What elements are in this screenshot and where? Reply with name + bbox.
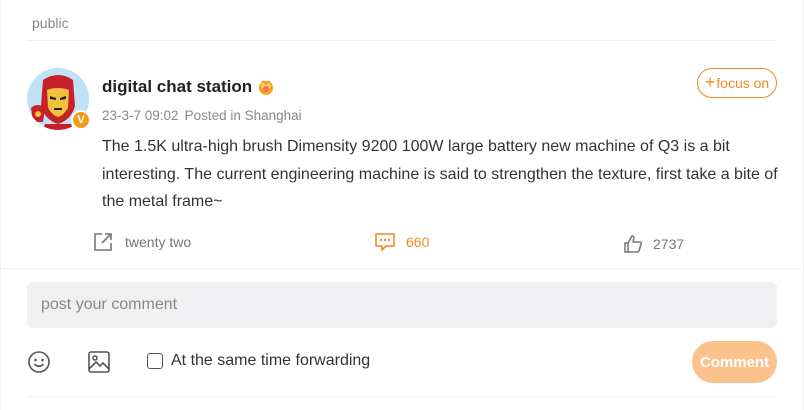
- share-icon: [93, 232, 115, 252]
- post-location: Posted in Shanghai: [184, 108, 302, 123]
- post-meta: 23-3-7 09:02 Posted in Shanghai: [102, 108, 302, 123]
- divider: [27, 40, 777, 41]
- post-actions: twenty two 660 2737: [1, 230, 804, 256]
- avatar[interactable]: V: [27, 68, 91, 130]
- plus-icon: +: [704, 72, 716, 92]
- visibility-label: public: [32, 15, 69, 31]
- emoji-icon[interactable]: [27, 350, 51, 374]
- repost-count: twenty two: [125, 234, 192, 250]
- divider: [1, 268, 803, 269]
- crown-icon: [256, 78, 276, 96]
- post-date: 23-3-7 09:02: [102, 108, 179, 123]
- comment-icon: [374, 232, 396, 252]
- comment-submit-button[interactable]: Comment: [692, 341, 777, 383]
- comment-input[interactable]: [27, 282, 777, 328]
- repost-action[interactable]: twenty two: [93, 232, 191, 252]
- comment-action[interactable]: 660: [374, 232, 429, 252]
- like-count: 2737: [653, 236, 685, 252]
- post-card: public V digital chat station 23-3-7 09:…: [0, 0, 804, 410]
- divider: [27, 396, 777, 397]
- like-action[interactable]: 2737: [623, 234, 684, 254]
- username-row: digital chat station: [102, 77, 276, 97]
- image-icon[interactable]: [87, 350, 111, 374]
- verified-badge: V: [71, 110, 91, 130]
- follow-label: focus on: [716, 75, 770, 91]
- like-icon: [623, 234, 643, 254]
- comment-count: 660: [406, 234, 430, 250]
- post-body: The 1.5K ultra-high brush Dimensity 9200…: [102, 138, 778, 210]
- follow-button[interactable]: + focus on: [697, 68, 777, 98]
- username[interactable]: digital chat station: [102, 77, 252, 97]
- forward-label[interactable]: At the same time forwarding: [171, 352, 370, 370]
- forward-option: At the same time forwarding: [147, 352, 370, 370]
- forward-checkbox[interactable]: [147, 353, 163, 369]
